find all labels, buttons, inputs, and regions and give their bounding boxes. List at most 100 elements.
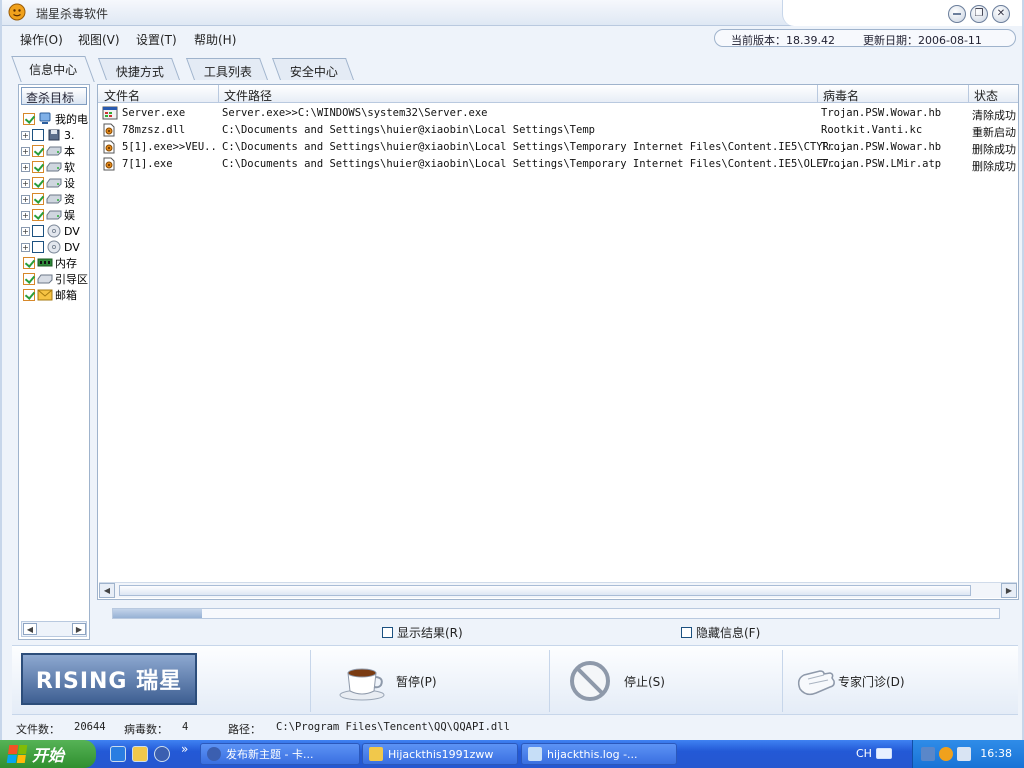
scroll-left-icon[interactable]: ◀: [23, 623, 37, 635]
folder-icon[interactable]: [132, 746, 148, 762]
tree-checkbox[interactable]: [23, 289, 35, 301]
tree-checkbox[interactable]: [32, 225, 44, 237]
tree-item[interactable]: 我的电: [21, 111, 89, 127]
expand-icon[interactable]: +: [21, 162, 30, 172]
menu-view[interactable]: 视图(V): [78, 31, 120, 48]
tab-shortcuts[interactable]: 快捷方式: [97, 58, 181, 80]
task-button-folder[interactable]: Hijackthis1991zww: [362, 743, 518, 765]
minimize-button[interactable]: [948, 5, 966, 23]
tree-item[interactable]: 引导区: [21, 271, 89, 287]
divider: [782, 650, 783, 712]
input-language[interactable]: CH: [856, 747, 872, 760]
table-row[interactable]: Server.exe Server.exe>>C:\WINDOWS\system3…: [98, 105, 1018, 122]
network-icon[interactable]: [921, 747, 935, 761]
column-divider[interactable]: [968, 85, 969, 103]
tree-checkbox[interactable]: [32, 177, 44, 189]
tree-item[interactable]: + 软: [21, 159, 89, 175]
cell-virusname: Trojan.PSW.Wowar.hb: [821, 141, 942, 153]
horizontal-scrollbar[interactable]: ◀ ▶: [99, 582, 1017, 598]
table-row[interactable]: 78mzsz.dll C:\Documents and Settings\huie…: [98, 122, 1018, 139]
tree-item[interactable]: + 资: [21, 191, 89, 207]
tree-item[interactable]: + 设: [21, 175, 89, 191]
expand-icon[interactable]: +: [21, 178, 30, 188]
tree-checkbox[interactable]: [32, 145, 44, 157]
rising-logo: RISING 瑞星: [21, 653, 197, 705]
task-button-forum[interactable]: 发布新主题 - 卡...: [200, 743, 360, 765]
ie-icon[interactable]: [110, 746, 126, 762]
drive-icon: [46, 193, 62, 205]
column-divider[interactable]: [218, 85, 219, 103]
scan-progress-bar: [112, 608, 1000, 619]
tree-item-label: 邮箱: [55, 289, 77, 302]
expand-icon[interactable]: +: [21, 130, 30, 140]
quicklaunch-chevron-icon[interactable]: »: [181, 742, 188, 756]
keyboard-icon[interactable]: [876, 748, 892, 759]
hide-info-option[interactable]: 隐藏信息(F): [681, 624, 760, 641]
column-virusname[interactable]: 病毒名: [823, 87, 859, 104]
table-row[interactable]: 7[1].exe C:\Documents and Settings\huier@…: [98, 156, 1018, 173]
tree-item[interactable]: + 娱: [21, 207, 89, 223]
tree-checkbox[interactable]: [32, 161, 44, 173]
tab-tools[interactable]: 工具列表: [185, 58, 269, 80]
expand-icon[interactable]: +: [21, 210, 30, 220]
scroll-right-icon[interactable]: ▶: [72, 623, 86, 635]
tree-checkbox[interactable]: [23, 113, 35, 125]
column-status[interactable]: 状态: [974, 87, 998, 104]
cell-filepath: Server.exe>>C:\WINDOWS\system32\Server.e…: [222, 107, 488, 119]
restore-button[interactable]: ❐: [970, 5, 988, 23]
tree-item[interactable]: 邮箱: [21, 287, 89, 303]
tree-item[interactable]: + 本: [21, 143, 89, 159]
scroll-thumb[interactable]: [119, 585, 971, 596]
update-date: 更新日期：2006-08-11: [863, 34, 982, 47]
task-button-notepad[interactable]: hijackthis.log -...: [521, 743, 677, 765]
hand-icon: [797, 670, 835, 696]
folder-icon: [369, 747, 383, 761]
computer-icon: [37, 112, 53, 125]
expand-icon[interactable]: +: [21, 242, 30, 252]
tree-item-label: 内存: [55, 257, 77, 270]
tree-item[interactable]: + DV: [21, 239, 89, 255]
tree-checkbox[interactable]: [23, 273, 35, 285]
scroll-left-icon[interactable]: ◀: [99, 583, 115, 598]
stop-button[interactable]: 停止(S): [568, 646, 665, 716]
maxthon-icon[interactable]: [154, 746, 170, 762]
tree-item[interactable]: 内存: [21, 255, 89, 271]
stop-icon: [570, 661, 610, 701]
menu-operate[interactable]: 操作(O): [20, 31, 63, 48]
pause-button[interactable]: 暂停(P): [338, 646, 437, 716]
monitor-icon[interactable]: [957, 747, 971, 761]
expand-icon[interactable]: +: [21, 226, 30, 236]
tree-item-label: 软: [64, 161, 75, 174]
scroll-right-icon[interactable]: ▶: [1001, 583, 1017, 598]
tree-checkbox[interactable]: [32, 193, 44, 205]
tree-checkbox[interactable]: [23, 257, 35, 269]
tree-checkbox[interactable]: [32, 209, 44, 221]
tab-info-center[interactable]: 信息中心: [11, 56, 95, 82]
close-button[interactable]: ✕: [992, 5, 1010, 23]
tree-scrollbar[interactable]: ◀ ▶: [21, 621, 87, 637]
start-button[interactable]: 开始: [0, 740, 96, 768]
column-filename[interactable]: 文件名: [104, 87, 140, 104]
scan-target-header[interactable]: 查杀目标: [21, 87, 87, 105]
hide-info-checkbox[interactable]: [681, 627, 692, 638]
tree-checkbox[interactable]: [32, 241, 44, 253]
expert-clinic-button[interactable]: 专家门诊(D): [794, 646, 905, 716]
tree-item[interactable]: +3.: [21, 127, 89, 143]
rising-tray-icon[interactable]: [939, 747, 953, 761]
show-results-option[interactable]: 显示结果(R): [382, 624, 463, 641]
tree-checkbox[interactable]: [32, 129, 44, 141]
menu-settings[interactable]: 设置(T): [136, 31, 177, 48]
memory-icon: [37, 257, 53, 269]
tree-item[interactable]: + DV: [21, 223, 89, 239]
column-divider[interactable]: [817, 85, 818, 103]
column-filepath[interactable]: 文件路径: [224, 87, 272, 104]
menu-help[interactable]: 帮助(H): [194, 31, 236, 48]
tab-security-center[interactable]: 安全中心: [271, 58, 355, 80]
table-row[interactable]: 5[1].exe>>VEU... C:\Documents and Setting…: [98, 139, 1018, 156]
scan-target-panel: 查杀目标 我的电 +3. + 本 + 软 + 设 + 资 + 娱 + DV + DV 内存 引导区 邮箱 ◀ ▶: [18, 84, 90, 640]
show-results-checkbox[interactable]: [382, 627, 393, 638]
stop-label: 停止(S): [624, 674, 665, 689]
expand-icon[interactable]: +: [21, 146, 30, 156]
path-label: 路径：: [228, 723, 261, 736]
expand-icon[interactable]: +: [21, 194, 30, 204]
